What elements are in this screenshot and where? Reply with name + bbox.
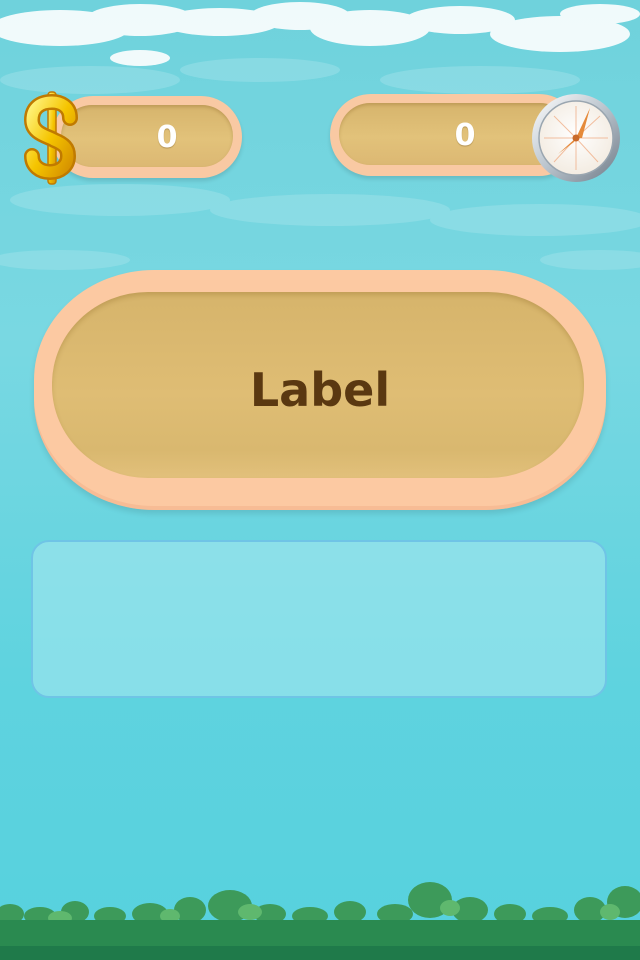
clock-icon — [532, 94, 620, 182]
coins-value: 0 — [156, 119, 178, 155]
tree-line — [0, 882, 640, 960]
main-label: Label — [249, 363, 391, 417]
time-value: 0 — [454, 117, 476, 153]
info-panel — [31, 540, 607, 698]
dollar-icon — [23, 91, 78, 185]
main-label-panel: Label — [34, 270, 606, 510]
